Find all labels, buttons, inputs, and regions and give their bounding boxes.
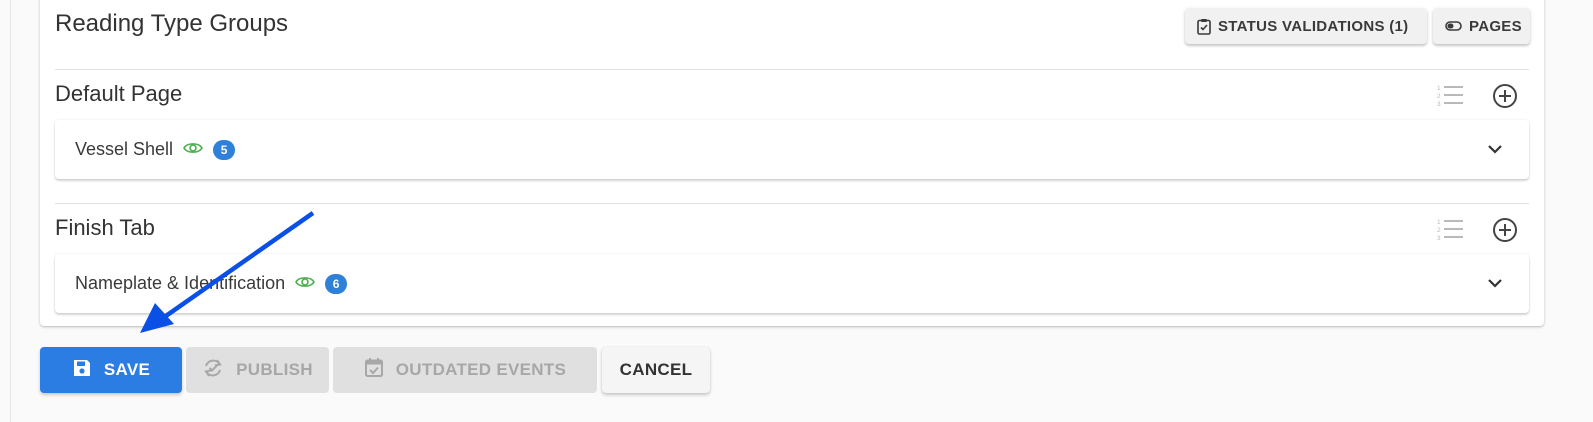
svg-text:3: 3: [1437, 101, 1441, 107]
cancel-label: CANCEL: [619, 360, 693, 379]
reading-type-groups-card: Reading Type Groups STATUS VALIDATIONS (…: [40, 0, 1544, 326]
page-title: Reading Type Groups: [55, 10, 289, 37]
svg-text:2: 2: [1437, 227, 1441, 234]
section-title-default-page: Default Page: [55, 81, 183, 106]
publish-button[interactable]: PUBLISH: [186, 347, 329, 393]
format-list-numbered-icon[interactable]: 1 2 3: [1436, 83, 1464, 112]
outdated-events-button[interactable]: OUTDATED EVENTS: [333, 347, 597, 393]
sync-icon: [202, 357, 224, 384]
eye-icon: [183, 139, 203, 160]
svg-text:1: 1: [1437, 85, 1441, 92]
pages-button[interactable]: PAGES: [1433, 8, 1530, 44]
eye-icon: [295, 273, 316, 294]
svg-text:2: 2: [1437, 93, 1441, 100]
group-label: Vessel Shell: [75, 139, 174, 159]
add-group-button[interactable]: [1492, 83, 1518, 114]
outdated-events-label: OUTDATED EVENTS: [395, 360, 567, 379]
divider: [55, 69, 1529, 70]
svg-text:1: 1: [1437, 219, 1441, 226]
status-validations-button[interactable]: STATUS VALIDATIONS (1): [1185, 8, 1427, 44]
group-label: Nameplate & Identification: [75, 273, 286, 293]
plus-circle-outline-icon: [1493, 84, 1517, 108]
divider: [55, 203, 1529, 204]
group-panel-nameplate-identification[interactable]: Nameplate & Identification 6: [55, 254, 1529, 313]
toggle-icon: [1445, 21, 1462, 31]
status-validations-label: STATUS VALIDATIONS (1): [1218, 17, 1409, 35]
publish-label: PUBLISH: [236, 360, 313, 379]
group-panel-vessel-shell[interactable]: Vessel Shell 5: [55, 120, 1529, 179]
cancel-button[interactable]: CANCEL: [602, 347, 710, 393]
left-border: [10, 0, 11, 422]
plus-circle-outline-icon: [1493, 218, 1517, 242]
add-group-button[interactable]: [1492, 217, 1518, 248]
chevron-down-icon[interactable]: [1487, 141, 1503, 162]
clipboard-check-icon: [1197, 18, 1211, 35]
pages-label: PAGES: [1469, 17, 1522, 35]
save-button[interactable]: SAVE: [40, 347, 182, 393]
save-label: SAVE: [103, 360, 151, 379]
calendar-check-icon: [364, 357, 384, 383]
content-save-icon: [72, 358, 92, 383]
section-title-finish-tab: Finish Tab: [55, 215, 155, 240]
count-badge: 5: [213, 139, 236, 160]
count-badge: 6: [325, 273, 348, 294]
svg-text:3: 3: [1437, 235, 1441, 241]
format-list-numbered-icon[interactable]: 1 2 3: [1436, 217, 1464, 246]
chevron-down-icon[interactable]: [1487, 275, 1503, 296]
